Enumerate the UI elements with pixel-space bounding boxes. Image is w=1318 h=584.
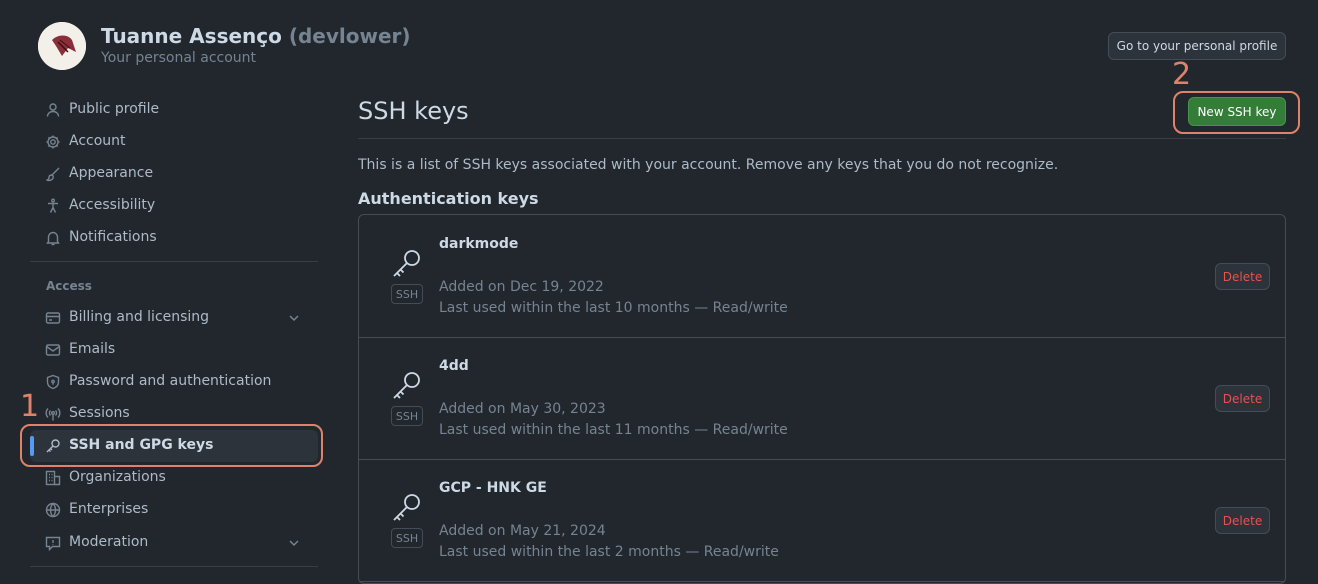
key-last-used: Last used within the last 10 months — Re…: [439, 300, 788, 316]
go-to-profile-button[interactable]: Go to your personal profile: [1108, 32, 1286, 60]
sidebar-item-label: Password and authentication: [69, 373, 272, 389]
list-item: SSH 4dd Added on May 30, 2023 Last used …: [359, 337, 1285, 460]
annotation-number-1: 1: [20, 389, 40, 424]
page-description: This is a list of SSH keys associated wi…: [358, 157, 1059, 173]
chevron-down-icon[interactable]: [286, 310, 302, 326]
new-ssh-key-button[interactable]: New SSH key: [1188, 97, 1286, 126]
sidebar-item-emails[interactable]: Emails: [30, 334, 318, 366]
sidebar-item-password-auth[interactable]: Password and authentication: [30, 366, 318, 398]
title-divider: [358, 138, 1286, 139]
sidebar-item-public-profile[interactable]: Public profile: [30, 94, 318, 126]
key-added-date: Added on May 21, 2024: [439, 523, 606, 539]
sidebar-divider: [30, 566, 318, 567]
accessibility-icon: [45, 198, 61, 214]
key-icon: [390, 490, 424, 524]
sidebar-item-label: Billing and licensing: [69, 309, 210, 325]
sidebar-item-notifications[interactable]: Notifications: [30, 222, 318, 254]
key-last-used: Last used within the last 2 months — Rea…: [439, 544, 779, 560]
list-item: SSH darkmode Added on Dec 19, 2022 Last …: [359, 215, 1285, 338]
sidebar-item-label: Enterprises: [69, 501, 149, 517]
chevron-down-icon[interactable]: [286, 535, 302, 551]
key-added-date: Added on Dec 19, 2022: [439, 279, 604, 295]
sidebar-item-label: Accessibility: [69, 197, 156, 213]
page-title: SSH keys: [358, 97, 469, 125]
sidebar-item-appearance[interactable]: Appearance: [30, 158, 318, 190]
sidebar-item-moderation[interactable]: Moderation: [30, 527, 318, 559]
sidebar-item-label: Organizations: [69, 469, 166, 485]
report-icon: [45, 535, 61, 551]
avatar[interactable]: [38, 22, 86, 70]
sidebar-item-billing[interactable]: Billing and licensing: [30, 302, 318, 334]
broadcast-icon: [45, 406, 61, 422]
sidebar-item-label: Emails: [69, 341, 116, 357]
delete-key-button[interactable]: Delete: [1215, 263, 1270, 290]
ssh-keys-list: SSH darkmode Added on Dec 19, 2022 Last …: [358, 214, 1286, 584]
globe-icon: [45, 502, 61, 518]
access-section-heading: Access: [46, 279, 92, 293]
sidebar-item-accessibility[interactable]: Accessibility: [30, 190, 318, 222]
list-item: SSH GCP - HNK GE Added on May 21, 2024 L…: [359, 459, 1285, 582]
authentication-keys-heading: Authentication keys: [358, 189, 539, 208]
annotation-number-2: 2: [1172, 57, 1192, 92]
sidebar-item-label: Appearance: [69, 165, 154, 181]
ssh-type-badge: SSH: [391, 406, 423, 426]
account-display-name: Tuanne Assenço: [101, 24, 282, 48]
key-icon: [390, 246, 424, 280]
ssh-type-badge: SSH: [391, 528, 423, 548]
sidebar-item-label: Moderation: [69, 534, 149, 550]
sidebar-item-account[interactable]: Account: [30, 126, 318, 158]
key-name: darkmode: [439, 236, 519, 252]
sidebar-item-enterprises[interactable]: Enterprises: [30, 494, 318, 526]
bell-icon: [45, 230, 61, 246]
account-name: Tuanne Assenço (devlower): [101, 24, 411, 48]
key-name: GCP - HNK GE: [439, 480, 547, 496]
mail-icon: [45, 342, 61, 358]
sidebar-item-label: Public profile: [69, 101, 160, 117]
paintbrush-icon: [45, 166, 61, 182]
delete-key-button[interactable]: Delete: [1215, 507, 1270, 534]
account-handle: (devlower): [288, 24, 411, 48]
ssh-type-badge: SSH: [391, 284, 423, 304]
annotation-highlight-ssh-keys: [20, 424, 323, 467]
sidebar-item-label: Sessions: [69, 405, 130, 421]
key-name: 4dd: [439, 358, 469, 374]
delete-key-button[interactable]: Delete: [1215, 385, 1270, 412]
key-icon: [390, 368, 424, 402]
sidebar-item-label: Notifications: [69, 229, 157, 245]
credit-card-icon: [45, 310, 61, 326]
account-subtitle: Your personal account: [101, 50, 257, 66]
shield-lock-icon: [45, 374, 61, 390]
organization-icon: [45, 470, 61, 486]
key-last-used: Last used within the last 11 months — Re…: [439, 422, 788, 438]
sidebar-divider: [30, 261, 318, 262]
key-added-date: Added on May 30, 2023: [439, 401, 606, 417]
person-icon: [45, 102, 61, 118]
sidebar-item-label: Account: [69, 133, 126, 149]
gear-icon: [45, 134, 61, 150]
